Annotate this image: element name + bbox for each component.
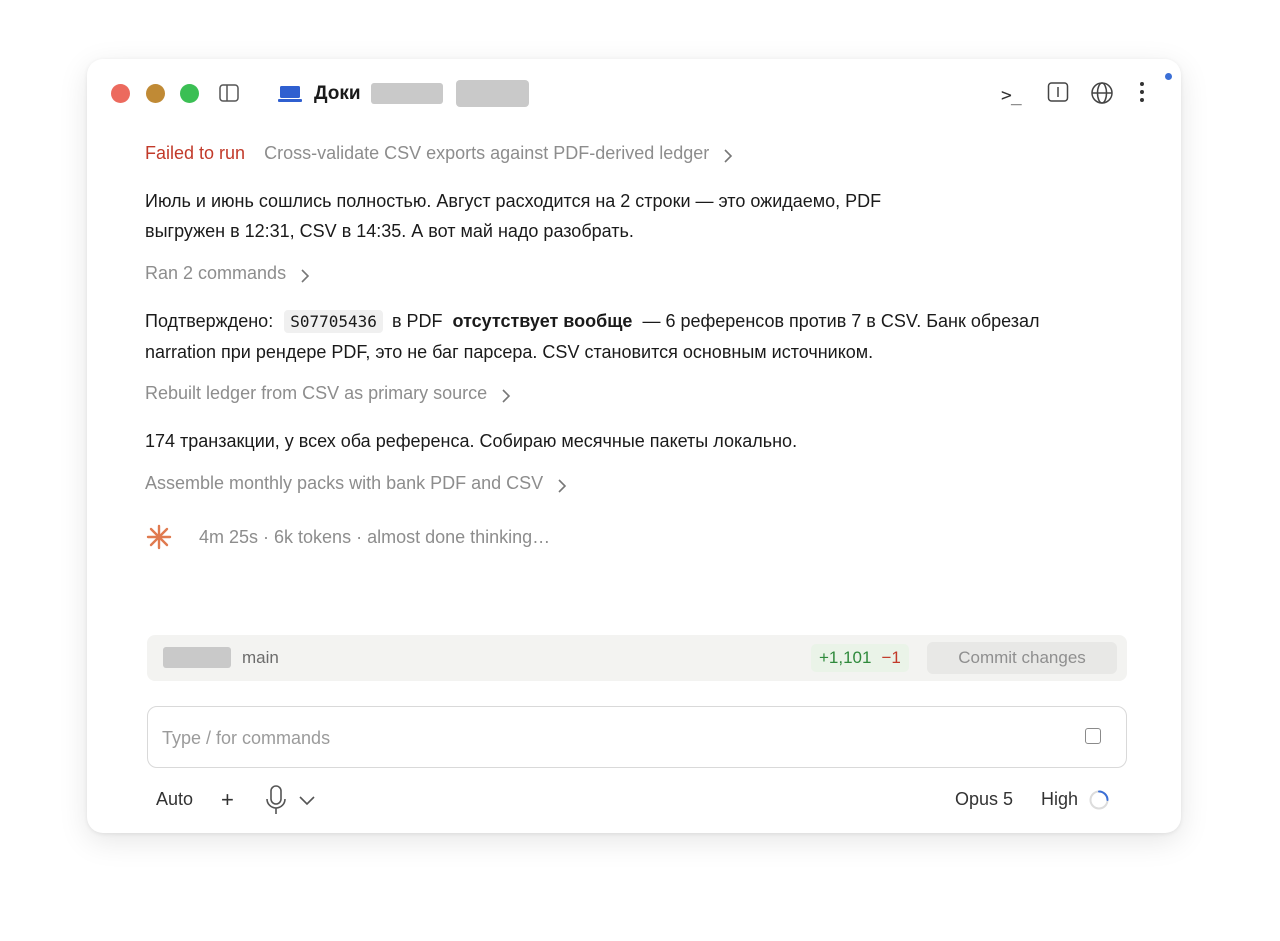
message-paragraph: Июль и июнь сошлись полностью. Август ра… xyxy=(145,191,882,241)
panel-icon[interactable] xyxy=(1047,81,1069,108)
message-paragraph: 174 транзакции, у всех оба референса. Со… xyxy=(145,431,798,451)
step-label: Cross-validate CSV exports against PDF-d… xyxy=(264,143,710,163)
app-window: Доки >_ Failed to run Cross-validate CSV… xyxy=(87,59,1181,833)
redacted-label xyxy=(371,83,443,104)
command-input[interactable] xyxy=(162,724,1042,752)
close-window-button[interactable] xyxy=(111,84,130,103)
notification-dot xyxy=(1165,73,1172,80)
message-paragraph: Подтверждено: S07705436 в PDF отсутствуе… xyxy=(145,306,1065,367)
text-span: в PDF xyxy=(391,311,443,331)
attach-checkbox-icon[interactable] xyxy=(1085,728,1101,744)
git-status-bar: main +1,101 −1 Commit changes xyxy=(147,635,1127,681)
model-selector[interactable]: Opus 5 xyxy=(955,789,1013,810)
sparkle-icon xyxy=(146,524,172,555)
deletions-count: −1 xyxy=(881,648,901,667)
additions-count: +1,101 xyxy=(819,648,872,667)
loading-spinner-icon xyxy=(1088,789,1110,816)
chevron-right-icon xyxy=(724,149,733,163)
chevron-right-icon xyxy=(558,479,567,493)
add-button[interactable]: + xyxy=(221,787,234,813)
more-vertical-icon[interactable] xyxy=(1138,81,1146,108)
globe-icon[interactable] xyxy=(1090,81,1114,110)
title-bar: Доки >_ xyxy=(87,59,1181,129)
assemble-step-row[interactable]: Assemble monthly packs with bank PDF and… xyxy=(145,473,568,495)
step-label: Rebuilt ledger from CSV as primary sourc… xyxy=(145,383,488,403)
minimize-window-button[interactable] xyxy=(146,84,165,103)
chevron-right-icon xyxy=(301,269,310,283)
ran-commands-row[interactable]: Ran 2 commands xyxy=(145,263,311,285)
folder-icon xyxy=(278,85,302,108)
mode-selector[interactable]: Auto xyxy=(156,789,193,810)
sidebar-toggle-icon[interactable] xyxy=(219,83,239,108)
chevron-down-icon[interactable] xyxy=(298,793,316,811)
diff-stats[interactable]: +1,101 −1 xyxy=(811,644,909,672)
effort-selector[interactable]: High xyxy=(1041,789,1078,810)
window-title: Доки xyxy=(314,83,361,104)
terminal-icon[interactable]: >_ xyxy=(1001,85,1022,106)
microphone-icon[interactable] xyxy=(264,784,288,821)
inline-code: S07705436 xyxy=(284,310,383,333)
text-span: Подтверждено: xyxy=(145,311,274,331)
thinking-status: 4m 25s · 6k tokens · almost done thinkin… xyxy=(199,527,551,547)
step-label: Assemble monthly packs with bank PDF and… xyxy=(145,473,544,493)
maximize-window-button[interactable] xyxy=(180,84,199,103)
bold-text: отсутствует вообще xyxy=(452,311,633,331)
redacted-label xyxy=(163,647,231,668)
chevron-right-icon xyxy=(502,389,511,403)
composer[interactable] xyxy=(147,706,1127,768)
commit-changes-button[interactable]: Commit changes xyxy=(927,642,1117,674)
failed-status: Failed to run xyxy=(145,143,246,163)
step-label: Ran 2 commands xyxy=(145,263,287,283)
failed-step-row[interactable]: Failed to run Cross-validate CSV exports… xyxy=(145,143,734,165)
redacted-badge xyxy=(456,80,529,107)
branch-name[interactable]: main xyxy=(242,648,279,668)
rebuilt-step-row[interactable]: Rebuilt ledger from CSV as primary sourc… xyxy=(145,383,512,405)
